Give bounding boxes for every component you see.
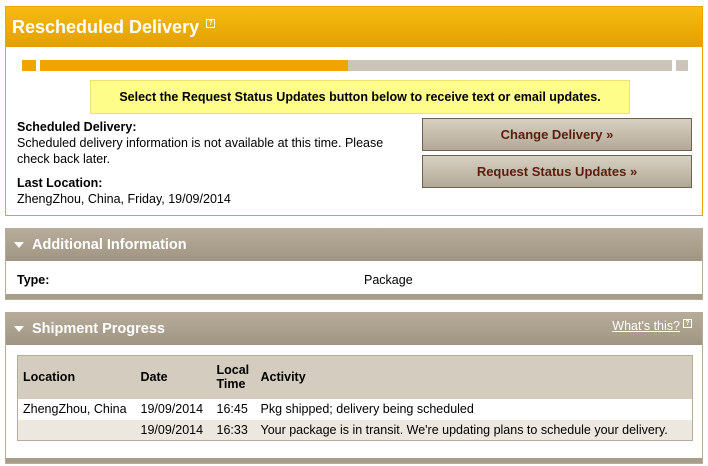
cell-time: 16:33 bbox=[211, 419, 256, 441]
whats-this-label: What's this? bbox=[612, 319, 680, 333]
cell-activity: Pkg shipped; delivery being scheduled bbox=[260, 402, 474, 416]
cell-time: 16:45 bbox=[216, 402, 248, 416]
last-location-value: ZhengZhou, China, Friday, 19/09/2014 bbox=[17, 192, 231, 206]
help-icon[interactable]: ? bbox=[206, 18, 216, 28]
last-location-label: Last Location: bbox=[17, 176, 103, 190]
progress-divider bbox=[672, 60, 676, 71]
column-header: Activity bbox=[255, 355, 693, 399]
collapse-triangle-icon bbox=[14, 326, 24, 332]
shipment-progress-panel: Shipment Progress What's this?? Location… bbox=[5, 312, 703, 464]
progress-divider bbox=[36, 60, 40, 71]
type-value: Package bbox=[364, 273, 413, 287]
cell-location bbox=[17, 419, 136, 441]
scheduled-delivery-label: Scheduled Delivery: bbox=[17, 120, 137, 134]
rescheduled-delivery-title: Rescheduled Delivery bbox=[12, 16, 200, 37]
additional-information-panel: Additional Information Type: Package bbox=[5, 228, 703, 300]
additional-information-title: Additional Information bbox=[32, 237, 187, 253]
cell-date: 19/09/2014 bbox=[135, 419, 212, 441]
progress-fill bbox=[22, 60, 348, 71]
request-status-updates-button[interactable]: Request Status Updates » bbox=[422, 155, 692, 188]
table-header-row: Location Date Local Time Activity bbox=[17, 355, 693, 399]
column-header: Location bbox=[17, 355, 136, 399]
table-row: ZhengZhou, China 19/09/2014 16:45 Pkg sh… bbox=[18, 399, 693, 420]
rescheduled-delivery-header: Rescheduled Delivery ? bbox=[6, 7, 702, 47]
collapse-triangle-icon bbox=[14, 242, 24, 248]
section-footer bbox=[6, 458, 702, 463]
rescheduled-delivery-panel: Rescheduled Delivery ? Select the Reques… bbox=[5, 6, 703, 216]
shipment-progress-table: Location Date Local Time Activity ZhengZ… bbox=[17, 355, 693, 441]
change-delivery-button[interactable]: Change Delivery » bbox=[422, 118, 692, 151]
column-header: Date bbox=[135, 355, 212, 399]
table-row: 19/09/2014 16:33 Your package is in tran… bbox=[17, 419, 693, 441]
additional-information-header[interactable]: Additional Information bbox=[6, 229, 702, 261]
section-footer bbox=[6, 294, 702, 299]
delivery-info: Scheduled Delivery: Scheduled delivery i… bbox=[17, 119, 417, 207]
cell-activity: Your package is in transit. We're updati… bbox=[255, 419, 693, 441]
status-updates-notice: Select the Request Status Updates button… bbox=[90, 80, 630, 114]
delivery-progress-bar bbox=[22, 60, 688, 73]
shipment-progress-header[interactable]: Shipment Progress What's this?? bbox=[6, 313, 702, 345]
help-icon[interactable]: ? bbox=[683, 319, 692, 328]
cell-location: ZhengZhou, China bbox=[23, 402, 127, 416]
shipment-progress-title: Shipment Progress bbox=[32, 321, 165, 337]
type-label: Type: bbox=[17, 273, 50, 287]
cell-date: 19/09/2014 bbox=[140, 402, 204, 416]
whats-this-link[interactable]: What's this?? bbox=[612, 319, 692, 333]
scheduled-delivery-text: Scheduled delivery information is not av… bbox=[17, 136, 384, 166]
column-header: Local Time bbox=[211, 355, 256, 399]
